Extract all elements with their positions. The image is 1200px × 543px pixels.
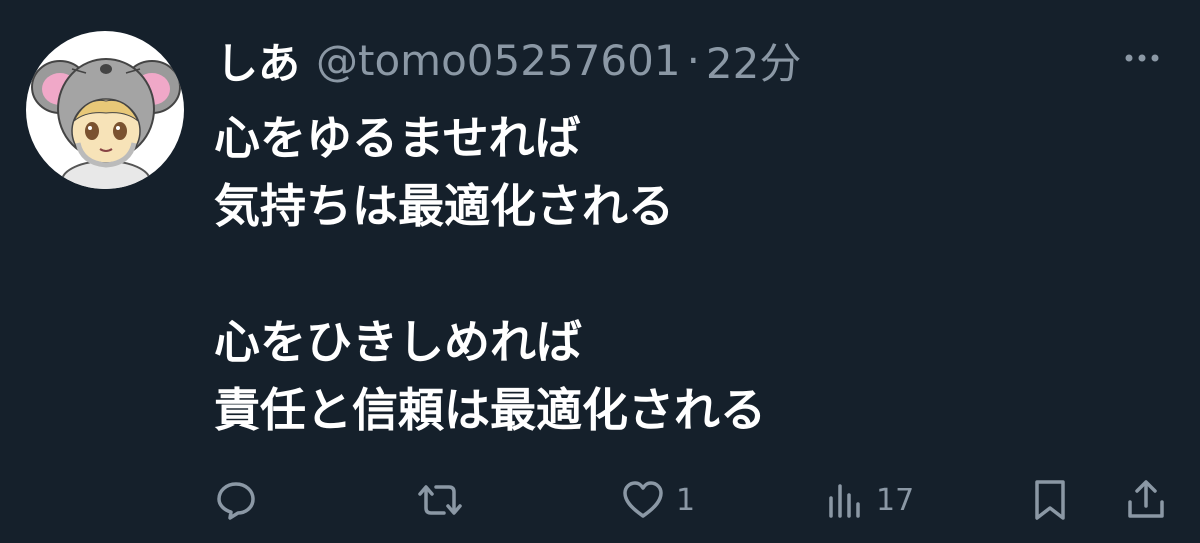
separator-dot: · <box>686 35 700 85</box>
timestamp[interactable]: 22分 <box>706 30 801 91</box>
tweet-header: しあ @tomo05257601 · 22分 <box>216 28 801 92</box>
more-icon <box>1125 54 1159 62</box>
avatar[interactable] <box>26 31 184 189</box>
reply-icon <box>217 482 255 520</box>
tweet-line: 心をひきしめれば <box>214 315 582 369</box>
share-icon <box>1128 480 1164 518</box>
tweet: しあ @tomo05257601 · 22分 心をゆるませれば 気持ちは最適化さ… <box>0 0 1200 543</box>
tweet-line: 責任と信頼は最適化される <box>214 383 766 437</box>
heart-icon <box>623 481 663 518</box>
user-handle[interactable]: @tomo05257601 <box>316 36 681 85</box>
share-button[interactable] <box>1124 470 1168 530</box>
retweet-button[interactable] <box>414 470 466 530</box>
views-button[interactable]: 17 <box>826 470 914 530</box>
views-icon <box>829 484 860 518</box>
bookmark-button[interactable] <box>1030 470 1070 530</box>
retweet-icon <box>418 485 462 515</box>
tweet-text: 心をゆるませれば 気持ちは最適化される 心をひきしめれば 責任と信頼は最適化され… <box>214 104 766 444</box>
tweet-line: 気持ちは最適化される <box>214 179 674 233</box>
tweet-line: 心をゆるませれば <box>214 111 581 165</box>
like-count: 1 <box>676 482 696 518</box>
mouse-avatar-icon <box>31 58 181 189</box>
display-name[interactable]: しあ <box>216 30 300 91</box>
views-count: 17 <box>876 482 915 518</box>
reply-button[interactable] <box>214 470 258 530</box>
like-button[interactable]: 1 <box>620 470 695 530</box>
action-bar: 1 17 <box>0 470 1200 530</box>
more-options-button[interactable] <box>1120 40 1164 76</box>
bookmark-icon <box>1035 480 1065 520</box>
